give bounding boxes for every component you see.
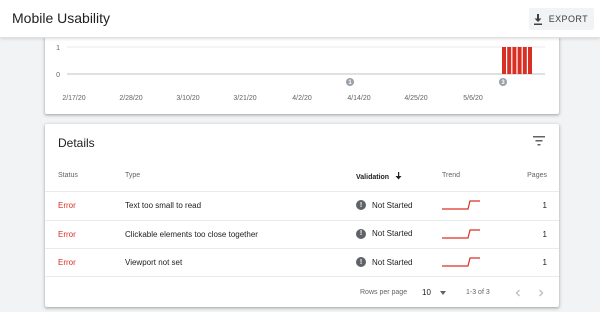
- y-tick-label: 1: [56, 45, 60, 52]
- chart: 1 0 2/17/20 2/28/20 3/10/20 3/21/20 4/2/20 4/1…: [56, 45, 545, 102]
- x-tick-label: 5/6/20: [463, 95, 483, 102]
- x-tick-label: 3/10/20: [176, 95, 199, 102]
- column-header-validation-label: Validation: [356, 173, 390, 181]
- exclamation-icon: !: [356, 228, 366, 239]
- bar: [507, 47, 512, 74]
- bar: [528, 47, 532, 74]
- validation-cell: ! Not Started: [356, 228, 413, 239]
- x-tick-label: 2/28/20: [119, 95, 142, 102]
- column-header-pages[interactable]: Pages: [527, 172, 547, 179]
- validation-cell: ! Not Started: [356, 257, 412, 267]
- trend-sparkline: [442, 228, 482, 242]
- status-cell: Error: [58, 258, 76, 267]
- bar: [517, 47, 522, 74]
- validation-label: Not Started: [372, 200, 413, 210]
- export-label: EXPORT: [548, 14, 588, 24]
- rows-per-page-select[interactable]: 10: [422, 288, 431, 297]
- chart-card: 1 0 2/17/20 2/28/20 3/10/20 3/21/20 4/2/20 4/1…: [45, 34, 559, 114]
- export-button[interactable]: EXPORT: [528, 8, 594, 30]
- bar: [512, 47, 517, 74]
- type-cell: Text too small to read: [125, 201, 202, 210]
- next-page-button[interactable]: [534, 286, 548, 300]
- table-row[interactable]: Error Viewport not set! Not Started 1: [45, 248, 559, 276]
- exclamation-icon: !: [356, 200, 366, 210]
- download-icon: [533, 13, 543, 25]
- column-header-trend[interactable]: Trend: [442, 172, 460, 179]
- x-tick-label: 4/25/20: [404, 95, 427, 102]
- table-row[interactable]: Error Clickable elements too close togeth…: [45, 219, 559, 248]
- validation-label: Not Started: [372, 257, 413, 267]
- table-row[interactable]: Error Text too small to read! Not Started 1: [45, 191, 559, 219]
- previous-page-button[interactable]: [511, 286, 525, 300]
- x-tick-label: 4/2/20: [292, 95, 312, 102]
- trend-sparkline: [442, 199, 482, 213]
- details-card: Details Status Type Validation Trend Pag…: [45, 124, 559, 307]
- details-title: Details: [58, 136, 95, 150]
- column-header-validation[interactable]: Validation: [356, 172, 402, 182]
- pages-cell: 1: [542, 201, 547, 210]
- pages-cell: 1: [542, 258, 547, 267]
- status-cell: Error: [58, 229, 76, 239]
- filter-icon[interactable]: [533, 136, 545, 146]
- page-title: Mobile Usability: [12, 10, 111, 26]
- type-cell: Viewport not set: [125, 258, 183, 267]
- annotation-marker: 1: [346, 78, 354, 86]
- table-footer: Rows per page 10 1-3 of 3: [45, 276, 559, 307]
- validation-label: Not Started: [372, 229, 413, 238]
- type-cell: Clickable elements too close together: [125, 229, 258, 239]
- exclamation-icon: !: [356, 257, 366, 267]
- x-tick-label: 4/14/20: [347, 95, 370, 102]
- rows-per-page-label: Rows per page: [360, 289, 408, 296]
- bar: [502, 47, 506, 74]
- top-app-bar: Mobile Usability EXPORT: [0, 0, 600, 38]
- x-tick-label: 3/21/20: [233, 95, 256, 102]
- trend-sparkline: [442, 256, 482, 270]
- chevron-down-icon[interactable]: [440, 291, 446, 295]
- y-tick-label: 0: [56, 72, 60, 79]
- page-range: 1-3 of 3: [466, 289, 490, 296]
- bar: [522, 47, 527, 74]
- arrow-down-icon: [395, 172, 402, 182]
- column-header-type[interactable]: Type: [125, 172, 140, 179]
- status-cell: Error: [58, 201, 76, 210]
- pages-cell: 1: [542, 229, 547, 239]
- x-tick-label: 2/17/20: [62, 95, 85, 102]
- annotation-marker: 3: [499, 78, 507, 86]
- column-header-status[interactable]: Status: [58, 172, 78, 179]
- validation-cell: ! Not Started: [356, 200, 412, 210]
